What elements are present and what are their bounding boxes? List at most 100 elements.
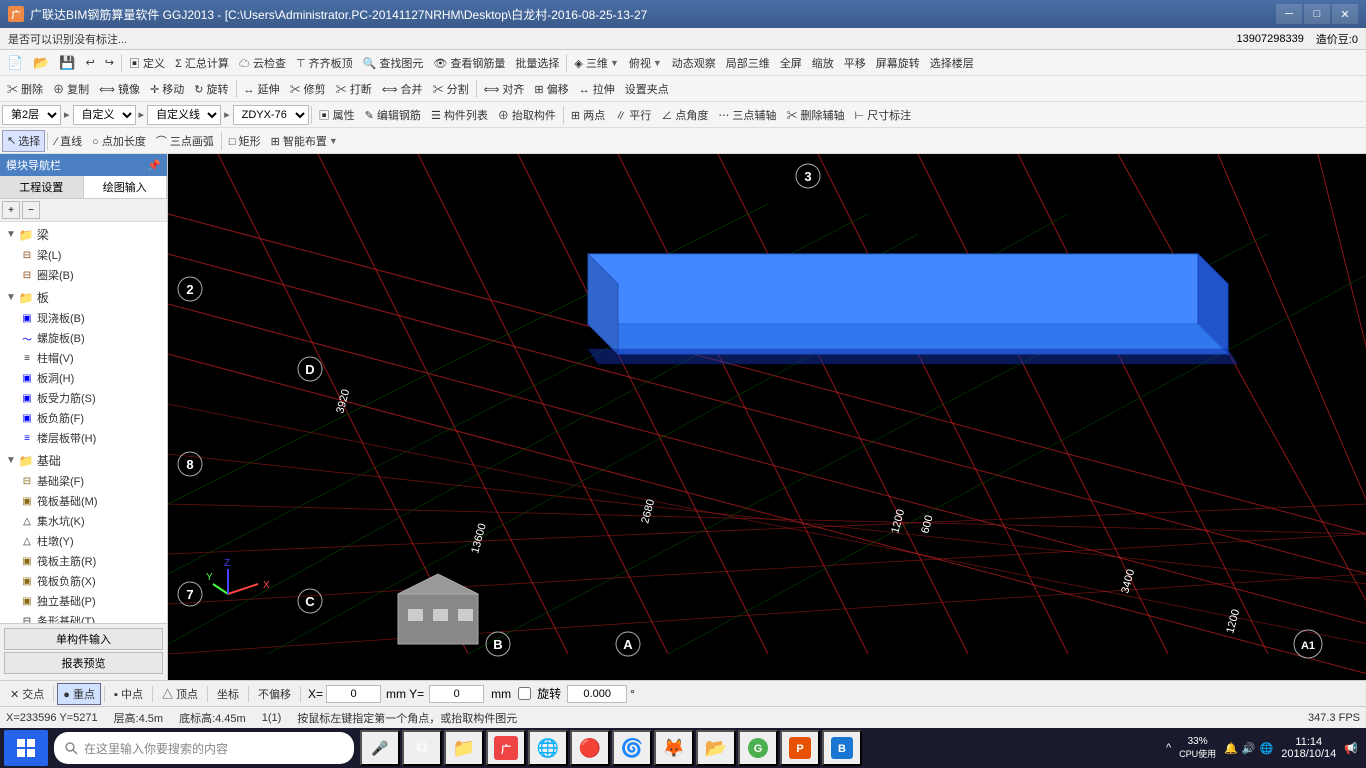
x-input[interactable] — [326, 685, 381, 703]
screen-rotate-btn[interactable]: 屏幕旋转 — [871, 52, 925, 74]
snap-coordinate[interactable]: 坐标 — [211, 683, 245, 705]
taskbar-clock[interactable]: 11:14 2018/10/14 — [1281, 736, 1336, 760]
type-select[interactable]: ZDYX-76 — [233, 105, 309, 125]
extend-btn[interactable]: ↔ 延伸 — [239, 78, 285, 100]
tray-arrow[interactable]: ^ — [1166, 742, 1171, 754]
tree-item-column-pier[interactable]: △ 柱墩(Y) — [2, 531, 165, 551]
pan-btn[interactable]: 平移 — [839, 52, 871, 74]
find-btn[interactable]: 🔍 查找图元 — [358, 52, 429, 74]
taskbar-app-ie[interactable]: 🌐 — [528, 730, 568, 766]
calc-btn[interactable]: Σ 汇总计算 — [170, 52, 234, 74]
define-btn[interactable]: ▣ 定义 — [124, 52, 170, 74]
tree-item-beam-b[interactable]: ⊟ 圈梁(B) — [2, 265, 165, 285]
top-view-btn[interactable]: 俯视 ▼ — [624, 52, 667, 74]
dynamic-view-btn[interactable]: 动态观察 — [667, 52, 721, 74]
tree-item-plate-hole[interactable]: ▣ 板洞(H) — [2, 368, 165, 388]
tree-group-beam-header[interactable]: ▼ 📁 梁 — [2, 224, 165, 245]
taskbar-search[interactable]: 在这里输入你要搜索的内容 — [54, 732, 354, 764]
minimize-button[interactable]: ─ — [1276, 4, 1302, 24]
3d-btn[interactable]: ◈ 三维 ▼ — [569, 52, 623, 74]
taskbar-task-view[interactable]: ⧉ — [402, 730, 442, 766]
angle-btn[interactable]: ∠ 点角度 — [656, 104, 713, 126]
start-button[interactable] — [4, 730, 48, 766]
batch-select-btn[interactable]: 批量选择 — [510, 52, 564, 74]
tree-item-spiral-plate[interactable]: 〜 螺旋板(B) — [2, 328, 165, 348]
copy-btn[interactable]: ⊕ 复制 — [48, 78, 94, 100]
stretch-btn[interactable]: ↔ 拉伸 — [574, 78, 620, 100]
two-point-btn[interactable]: ⊞ 两点 — [566, 104, 610, 126]
panel-tool-minus[interactable]: − — [22, 201, 40, 219]
tree-item-strip-found[interactable]: ⊟ 条形基础(T) — [2, 611, 165, 623]
cloud-check-btn[interactable]: ☁ 云检查 — [234, 52, 291, 74]
tab-project-settings[interactable]: 工程设置 — [0, 176, 84, 198]
taskbar-app-explorer[interactable]: 📂 — [696, 730, 736, 766]
tree-item-found-beam[interactable]: ⊟ 基础梁(F) — [2, 471, 165, 491]
tree-group-foundation-header[interactable]: ▼ 📁 基础 — [2, 450, 165, 471]
snap-point[interactable]: ● 重点 — [57, 683, 101, 705]
snap-no-offset[interactable]: 不偏移 — [252, 683, 297, 705]
tree-item-cast-plate[interactable]: ▣ 现浇板(B) — [2, 308, 165, 328]
align-btn[interactable]: ⟺ 对齐 — [479, 78, 530, 100]
tree-item-plate-neg-rebar[interactable]: ▣ 板负筋(F) — [2, 408, 165, 428]
tree-item-raft-found[interactable]: ▣ 筏板基础(M) — [2, 491, 165, 511]
taskbar-app-browser2[interactable]: 🔴 — [570, 730, 610, 766]
three-point-aux-btn[interactable]: ⋯ 三点辅轴 — [713, 104, 781, 126]
rect-btn[interactable]: □ 矩形 — [224, 130, 266, 152]
panel-tool-add[interactable]: + — [2, 201, 20, 219]
redo-btn[interactable]: ↪ — [100, 52, 119, 74]
taskbar-app-brand[interactable]: 广 — [486, 730, 526, 766]
mirror-btn[interactable]: ⟺ 镜像 — [94, 78, 145, 100]
dim-label-btn[interactable]: ⊢ 尺寸标注 — [849, 104, 916, 126]
tree-item-raft-neg-rebar[interactable]: ▣ 筏板负筋(X) — [2, 571, 165, 591]
taskbar-app-blue[interactable]: B — [822, 730, 862, 766]
single-component-btn[interactable]: 单构件输入 — [4, 628, 163, 650]
tree-group-plate-header[interactable]: ▼ 📁 板 — [2, 287, 165, 308]
arc-btn[interactable]: ⌒ 三点画弧 — [151, 130, 219, 152]
taskbar-app-orange[interactable]: P — [780, 730, 820, 766]
offset-btn[interactable]: ⊞ 偏移 — [529, 78, 573, 100]
point-length-btn[interactable]: ○ 点加长度 — [87, 130, 151, 152]
snap-midpoint[interactable]: ▪ 中点 — [108, 683, 149, 705]
snap-intersection[interactable]: ✕ 交点 — [4, 683, 50, 705]
rotate-input[interactable] — [567, 685, 627, 703]
undo-btn[interactable]: ↩ — [81, 52, 100, 74]
select-floor-btn[interactable]: 选择楼层 — [925, 52, 979, 74]
notification-icon[interactable]: 📢 — [1344, 742, 1358, 755]
align-top-btn[interactable]: ⊤ 齐齐板顶 — [291, 52, 358, 74]
break-btn[interactable]: ✂ 打断 — [331, 78, 377, 100]
save-btn[interactable]: 💾 — [54, 52, 80, 74]
split-btn[interactable]: ✂ 分割 — [428, 78, 474, 100]
close-button[interactable]: ✕ — [1332, 4, 1358, 24]
set-grip-btn[interactable]: 设置夹点 — [620, 78, 674, 100]
y-input[interactable] — [429, 685, 484, 703]
snap-vertex[interactable]: △ 顶点 — [156, 683, 204, 705]
define-select[interactable]: 自定义 — [73, 105, 136, 125]
tree-item-column-cap[interactable]: ≡ 柱帽(V) — [2, 348, 165, 368]
auto-layout-btn[interactable]: ⊞ 智能布置 ▼ — [266, 130, 343, 152]
report-preview-btn[interactable]: 报表预览 — [4, 652, 163, 674]
taskbar-app-green[interactable]: G — [738, 730, 778, 766]
trim-btn[interactable]: ✂ 修剪 — [285, 78, 331, 100]
move-btn[interactable]: ✛ 移动 — [145, 78, 189, 100]
property-btn[interactable]: ▣ 属性 — [314, 104, 360, 126]
tree-item-raft-main-rebar[interactable]: ▣ 筏板主筋(R) — [2, 551, 165, 571]
edit-rebar-btn[interactable]: ✎ 编辑钢筋 — [360, 104, 426, 126]
fullscreen-btn[interactable]: 全屏 — [775, 52, 807, 74]
merge-btn[interactable]: ⟺ 合并 — [377, 78, 428, 100]
define-line-select[interactable]: 自定义线 — [147, 105, 221, 125]
maximize-button[interactable]: □ — [1304, 4, 1330, 24]
taskbar-app-firefox[interactable]: 🦊 — [654, 730, 694, 766]
tab-drawing-input[interactable]: 绘图输入 — [84, 176, 168, 198]
taskbar-mic[interactable]: 🎤 — [360, 730, 400, 766]
local-3d-btn[interactable]: 局部三维 — [721, 52, 775, 74]
del-aux-btn[interactable]: ✂ 删除辅轴 — [781, 104, 849, 126]
viewport[interactable]: 3 2 8 7 A B C D — [168, 154, 1366, 680]
floor-select[interactable]: 第2层 — [2, 105, 61, 125]
tree-item-water-pit[interactable]: △ 集水坑(K) — [2, 511, 165, 531]
tree-item-floor-strip[interactable]: ≡ 楼层板带(H) — [2, 428, 165, 448]
parallel-btn[interactable]: ∥ 平行 — [610, 104, 656, 126]
zoom-btn[interactable]: 缩放 — [807, 52, 839, 74]
rotate-checkbox[interactable] — [518, 687, 531, 700]
line-btn[interactable]: ∕ 直线 — [50, 130, 87, 152]
delete-btn[interactable]: ✂ 删除 — [2, 78, 48, 100]
